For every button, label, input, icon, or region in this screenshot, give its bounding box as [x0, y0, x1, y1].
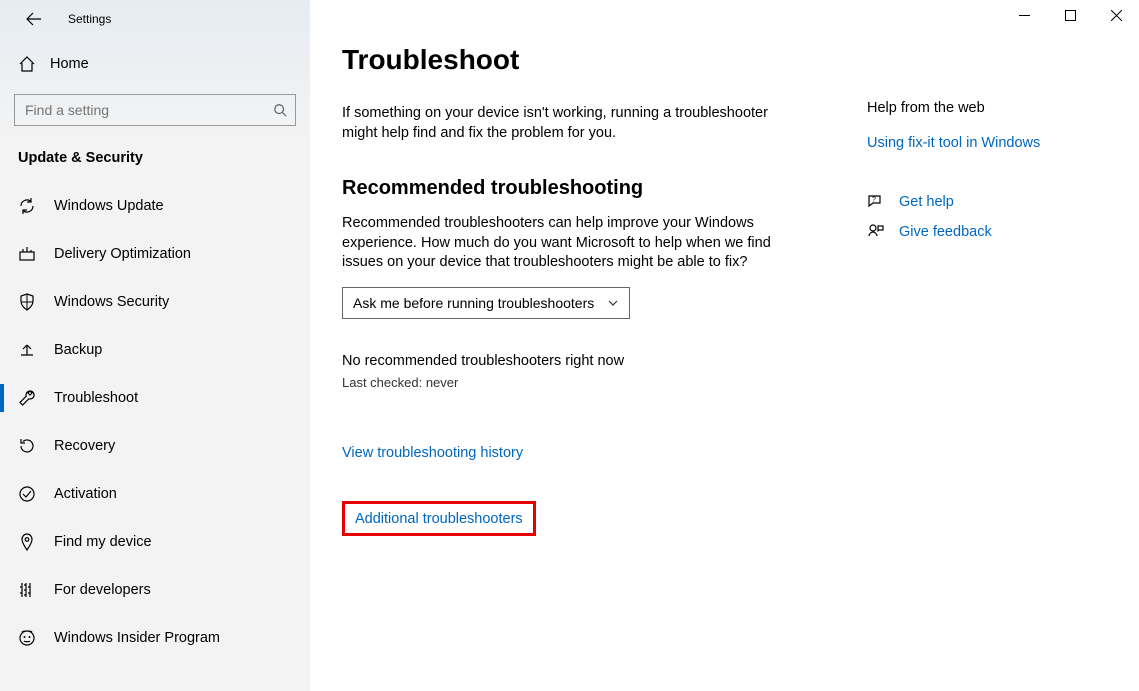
nav-label: Find my device	[54, 534, 152, 550]
dropdown-value: Ask me before running troubleshooters	[353, 295, 594, 311]
check-circle-icon	[18, 485, 36, 503]
nav-label: Troubleshoot	[54, 390, 138, 406]
search-input[interactable]	[25, 102, 273, 118]
window-controls	[1001, 0, 1139, 30]
insider-icon	[18, 629, 36, 647]
intro-text: If something on your device isn't workin…	[342, 104, 807, 143]
sync-icon	[18, 197, 36, 215]
chevron-down-icon	[607, 297, 619, 309]
minimize-button[interactable]	[1001, 0, 1047, 30]
wrench-icon	[18, 389, 36, 407]
content: Troubleshoot If something on your device…	[310, 0, 1139, 536]
main-area: Troubleshoot If something on your device…	[310, 0, 1139, 691]
nav-item-for-developers[interactable]: For developers	[0, 566, 310, 614]
status-text: No recommended troubleshooters right now	[342, 353, 807, 369]
troubleshoot-preference-dropdown[interactable]: Ask me before running troubleshooters	[342, 287, 630, 319]
nav-item-windows-security[interactable]: Windows Security	[0, 278, 310, 326]
nav-item-windows-insider[interactable]: Windows Insider Program	[0, 614, 310, 662]
delivery-icon	[18, 245, 36, 263]
nav-label: Recovery	[54, 438, 115, 454]
nav-item-troubleshoot[interactable]: Troubleshoot	[0, 374, 310, 422]
nav-list: Windows Update Delivery Optimization Win…	[0, 182, 310, 662]
page-heading: Troubleshoot	[342, 44, 807, 76]
section-heading: Recommended troubleshooting	[342, 177, 807, 200]
back-arrow-icon	[26, 11, 42, 27]
close-icon	[1111, 10, 1122, 21]
highlight-annotation: Additional troubleshooters	[342, 501, 536, 536]
home-icon	[18, 55, 36, 73]
sidebar: Settings Home Update & Security Windows …	[0, 0, 310, 691]
view-history-link[interactable]: View troubleshooting history	[342, 445, 523, 461]
feedback-icon	[867, 223, 885, 241]
developer-icon	[18, 581, 36, 599]
search-box[interactable]	[14, 94, 296, 126]
minimize-icon	[1019, 10, 1030, 21]
give-feedback-link[interactable]: Give feedback	[867, 223, 1107, 241]
nav-item-activation[interactable]: Activation	[0, 470, 310, 518]
location-icon	[18, 533, 36, 551]
shield-icon	[18, 293, 36, 311]
aside-column: Help from the web Using fix-it tool in W…	[867, 44, 1107, 536]
back-button[interactable]	[18, 3, 50, 35]
additional-troubleshooters-link[interactable]: Additional troubleshooters	[355, 511, 523, 527]
nav-item-backup[interactable]: Backup	[0, 326, 310, 374]
nav-label: Delivery Optimization	[54, 246, 191, 262]
chat-help-icon: ?	[867, 193, 885, 211]
home-nav[interactable]: Home	[0, 44, 310, 84]
help-heading: Help from the web	[867, 100, 1107, 116]
nav-label: Backup	[54, 342, 102, 358]
status-sub-text: Last checked: never	[342, 375, 807, 390]
nav-label: Windows Security	[54, 294, 169, 310]
give-feedback-label: Give feedback	[899, 224, 992, 240]
nav-label: Activation	[54, 486, 117, 502]
section-text: Recommended troubleshooters can help imp…	[342, 214, 807, 273]
recovery-icon	[18, 437, 36, 455]
nav-item-find-my-device[interactable]: Find my device	[0, 518, 310, 566]
svg-text:?: ?	[872, 197, 876, 204]
category-heading: Update & Security	[0, 126, 310, 182]
help-web-link[interactable]: Using fix-it tool in Windows	[867, 135, 1040, 151]
maximize-icon	[1065, 10, 1076, 21]
nav-item-windows-update[interactable]: Windows Update	[0, 182, 310, 230]
app-title: Settings	[68, 12, 111, 26]
main-column: Troubleshoot If something on your device…	[342, 44, 807, 536]
get-help-link[interactable]: ? Get help	[867, 193, 1107, 211]
maximize-button[interactable]	[1047, 0, 1093, 30]
close-button[interactable]	[1093, 0, 1139, 30]
get-help-label: Get help	[899, 194, 954, 210]
titlebar-left: Settings	[0, 0, 310, 38]
nav-item-delivery-optimization[interactable]: Delivery Optimization	[0, 230, 310, 278]
search-icon	[273, 103, 287, 117]
search-wrap	[0, 84, 310, 126]
nav-label: For developers	[54, 582, 151, 598]
nav-label: Windows Update	[54, 198, 164, 214]
nav-item-recovery[interactable]: Recovery	[0, 422, 310, 470]
home-label: Home	[50, 56, 89, 72]
nav-label: Windows Insider Program	[54, 630, 220, 646]
backup-icon	[18, 341, 36, 359]
